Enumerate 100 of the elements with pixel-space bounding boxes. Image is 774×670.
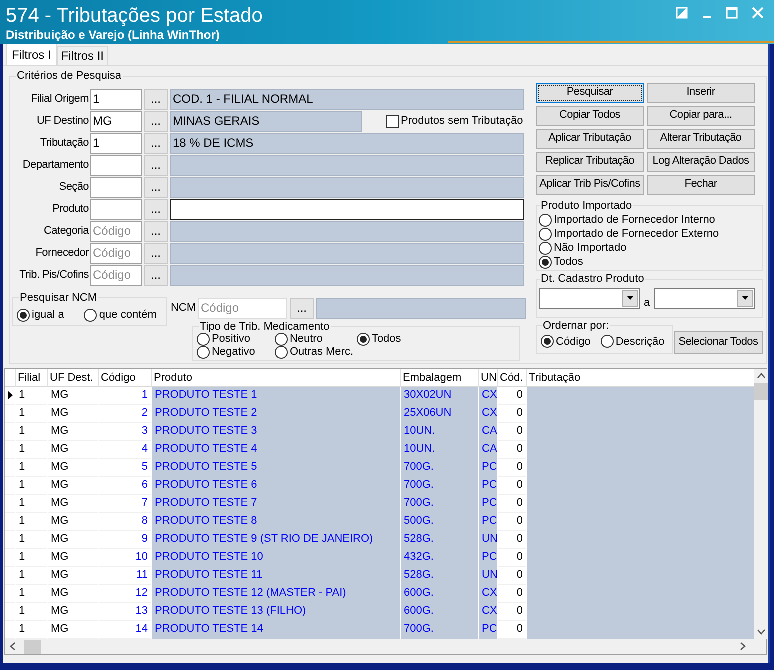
lookup-button[interactable]: ... [144,242,168,264]
table-cell: 1 [15,585,47,603]
table-cell: PC [478,621,497,639]
lookup-button[interactable]: ... [144,154,168,176]
scrollbar-thumb[interactable] [754,383,768,400]
field-label: UF Destino [36,114,90,129]
code-field[interactable] [90,176,142,198]
action-button[interactable]: Alterar Tributação [647,128,755,148]
action-button[interactable]: Copiar para... [647,106,755,126]
scroll-right-icon[interactable] [740,642,746,651]
scrollbar-thumb[interactable] [24,640,41,654]
date-dropdown[interactable] [654,288,756,308]
radio-button[interactable] [356,332,370,346]
lookup-button[interactable]: ... [144,110,168,132]
radio-button[interactable] [274,346,288,358]
group-title: Produto Importado [540,198,634,214]
table-cell: 25X06UN [400,405,478,423]
radio-button[interactable] [274,332,288,346]
date-dropdown[interactable] [539,288,640,308]
field-label: Seção [58,180,90,195]
radio-button[interactable] [84,308,98,322]
window-title: 574 - Tributações por Estado [6,5,263,27]
table-cell: PRODUTO TESTE 3 [151,423,400,441]
radio-button[interactable] [17,308,30,322]
scroll-down-icon[interactable] [756,629,766,635]
scroll-up-icon[interactable] [756,373,766,379]
action-button[interactable]: Aplicar Tributação [536,128,644,148]
tab[interactable]: Filtros I [6,43,58,65]
code-field[interactable]: 1 [90,132,142,154]
radio-label: Importado de Fornecedor Interno [554,214,716,227]
lookup-button[interactable]: ... [144,264,168,286]
description-field[interactable] [170,198,524,220]
code-field[interactable] [90,198,142,220]
column-header[interactable]: Filial [15,369,47,387]
table-cell: MG [47,603,98,621]
table-cell: PRODUTO TESTE 12 (MASTER - PAI) [151,585,400,603]
radio-button[interactable] [539,228,552,241]
radio-button[interactable] [196,332,210,346]
table-cell: 1 [15,405,47,423]
column-header[interactable]: Código [98,369,151,387]
code-field[interactable]: MG [90,110,142,132]
table-cell: PRODUTO TESTE 4 [151,441,400,459]
radio-label: Negativo [212,346,256,358]
code-field[interactable]: Código [90,242,142,264]
column-header[interactable]: Cód. [497,369,526,387]
action-button[interactable]: Pesquisar [536,82,644,102]
table-cell: PC [478,513,497,531]
checkbox[interactable] [386,114,399,128]
table-cell: MG [47,477,98,495]
action-button[interactable]: Log Alteração Dados [647,152,755,172]
radio-label: Código [556,334,591,350]
action-button[interactable]: Fechar [647,174,755,194]
lookup-button[interactable]: ... [144,88,168,110]
radio-button[interactable] [539,242,552,255]
table-cell: PRODUTO TESTE 14 [151,621,400,639]
field-label: Tributação [39,136,90,151]
lookup-button[interactable]: ... [144,132,168,154]
field-label: NCM [170,300,197,316]
description-field: MINAS GERAIS [170,110,362,132]
table-cell: PRODUTO TESTE 1 [151,387,400,405]
radio-label: Todos [554,256,584,269]
table-cell: CX [478,603,497,621]
tab[interactable]: Filtros II [57,46,108,65]
table-cell: PRODUTO TESTE 2 [151,405,400,423]
radio-button[interactable] [541,335,554,348]
table-cell: 1 [15,495,47,513]
table-cell: PRODUTO TESTE 5 [151,459,400,477]
scroll-left-icon[interactable] [10,642,16,651]
table-cell: 1 [15,423,47,441]
vertical-scrollbar[interactable] [754,369,768,639]
radio-button[interactable] [196,346,210,358]
code-field[interactable] [90,154,142,176]
radio-button[interactable] [539,256,552,269]
horizontal-scrollbar[interactable] [5,639,766,654]
action-button[interactable]: Inserir [647,82,755,102]
table-cell: 1 [15,549,47,567]
lookup-button[interactable]: ... [144,220,168,242]
action-button[interactable]: Copiar Todos [536,106,644,126]
table-cell: MG [47,405,98,423]
column-header[interactable]: UF Dest. [47,369,98,387]
table-cell: MG [47,531,98,549]
lookup-button[interactable]: ... [290,298,314,318]
lookup-button[interactable]: ... [144,198,168,220]
code-field[interactable]: Código [90,220,142,242]
radio-button[interactable] [600,335,614,348]
code-field[interactable]: 1 [90,88,142,110]
radio-label: Neutro [290,332,323,346]
radio-button[interactable] [539,214,552,227]
action-button[interactable]: Aplicar Trib Pis/Cofins [536,174,644,194]
radio-label: Importado de Fornecedor Externo [554,228,720,241]
select-all-button[interactable]: Selecionar Todos [674,330,763,354]
table-cell: PRODUTO TESTE 11 [151,567,400,585]
lookup-button[interactable]: ... [144,176,168,198]
action-button[interactable]: Replicar Tributação [536,152,644,172]
code-field[interactable]: Código [90,264,142,286]
group-title: Dt. Cadastro Produto [540,272,646,287]
ncm-code-field[interactable]: Código [198,298,287,318]
table-cell: PC [478,459,497,477]
table-cell: MG [47,387,98,405]
dropdown-arrow-icon [626,296,634,300]
